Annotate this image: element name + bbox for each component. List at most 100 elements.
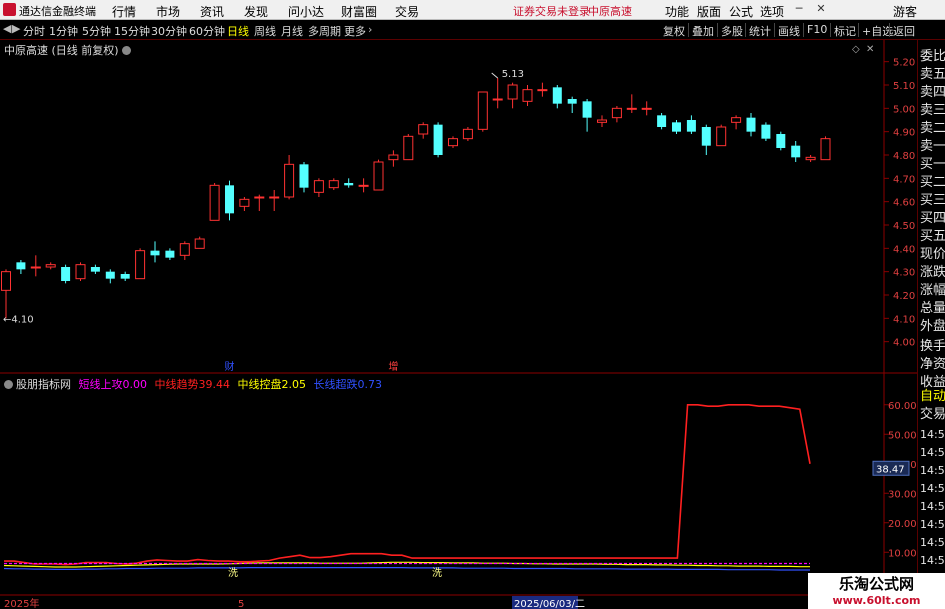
candle-body bbox=[135, 250, 146, 280]
side-panel-item[interactable]: 14:56 bbox=[920, 444, 945, 461]
side-panel-item[interactable]: 14:56 bbox=[920, 534, 945, 551]
candle-body bbox=[761, 124, 771, 139]
side-panel-item[interactable]: 买三 bbox=[920, 192, 945, 209]
diamond-icon[interactable]: ◇ bbox=[852, 44, 860, 55]
side-panel-item[interactable]: 卖二 bbox=[920, 120, 945, 137]
indicator-settings-dot-icon[interactable] bbox=[4, 380, 13, 389]
candle-body bbox=[358, 184, 369, 187]
tool-huaxian[interactable]: 画线 bbox=[778, 23, 800, 39]
guest-label[interactable]: 游客 bbox=[893, 3, 917, 20]
side-panel-item[interactable]: 买二 bbox=[920, 174, 945, 191]
side-panel-item[interactable]: 卖三 bbox=[920, 102, 945, 119]
side-panel-item[interactable]: 卖五 bbox=[920, 66, 945, 83]
candle-body bbox=[626, 107, 637, 110]
side-panel-item[interactable]: 14:56 bbox=[920, 552, 945, 569]
tool-diejia[interactable]: 叠加 bbox=[692, 23, 714, 39]
menu-item-caifuquan[interactable]: 财富圈 bbox=[341, 3, 377, 20]
side-panel-item[interactable]: 买四 bbox=[920, 210, 945, 227]
side-panel-item[interactable]: 14:56 bbox=[920, 516, 945, 533]
side-panel-item[interactable]: 涨跌 bbox=[920, 264, 945, 281]
menu-item-gongshi[interactable]: 公式 bbox=[729, 3, 753, 20]
tool-back[interactable]: 返回 bbox=[893, 23, 915, 39]
menu-item-gongneng[interactable]: 功能 bbox=[665, 3, 689, 20]
side-panel-item[interactable]: 14:56 bbox=[920, 480, 945, 497]
period-15min[interactable]: 15分钟 bbox=[114, 23, 150, 39]
tool-f10[interactable]: F10 bbox=[807, 23, 827, 36]
candle-body bbox=[284, 163, 295, 198]
side-panel-item[interactable]: 总量 bbox=[920, 300, 945, 317]
side-panel-item[interactable]: 14:56 bbox=[920, 462, 945, 479]
side-panel-item[interactable]: 买五 bbox=[920, 228, 945, 245]
high-label: 5.13 bbox=[502, 69, 524, 80]
candle-body bbox=[90, 267, 100, 272]
menu-item-shichang[interactable]: 市场 bbox=[156, 3, 180, 20]
watermark-url: www.60lt.com bbox=[808, 593, 945, 609]
prev-arrow-icon[interactable]: ◀ bbox=[3, 22, 11, 35]
candle-body bbox=[507, 84, 518, 100]
quote-side-panel: 委比 卖五 卖四 卖三 卖二 卖一 买一 买二 买三 买四 买五 现价 涨跌 涨幅 总量 外盘 换手 净资 收益 自动… bbox=[917, 40, 945, 609]
side-panel-item[interactable]: 净资 bbox=[920, 356, 945, 373]
tool-tongji[interactable]: 统计 bbox=[749, 23, 771, 39]
period-bar: ◀ ▶ 分时 1分钟 5分钟 15分钟 30分钟 60分钟 日线 周线 月线 多… bbox=[0, 20, 945, 40]
menu-item-faxian[interactable]: 发现 bbox=[244, 3, 268, 20]
side-panel-item[interactable]: 卖一 bbox=[920, 138, 945, 155]
period-60min[interactable]: 60分钟 bbox=[189, 23, 225, 39]
side-panel-item[interactable]: 自动 bbox=[920, 388, 945, 405]
period-5min[interactable]: 5分钟 bbox=[82, 23, 111, 39]
side-panel-item[interactable]: 涨幅 bbox=[920, 282, 945, 299]
indicator-item-value: 0.73 bbox=[357, 378, 383, 391]
indicator-name[interactable]: 股朋指标网 bbox=[16, 378, 71, 391]
login-status[interactable]: 证券交易未登录 bbox=[513, 3, 590, 19]
side-panel-item[interactable]: 现价 bbox=[920, 246, 945, 263]
candle-body bbox=[492, 98, 503, 101]
chart-canvas[interactable]: 4.00 4.10 4.20 4.30 4.40 4.50 4.60 4.70 4.80 4.90… bbox=[0, 40, 917, 609]
period-1min[interactable]: 1分钟 bbox=[49, 23, 78, 39]
candle-body bbox=[791, 145, 801, 158]
period-30min[interactable]: 30分钟 bbox=[151, 23, 187, 39]
side-panel-item[interactable]: 外盘 bbox=[920, 318, 945, 335]
tool-divider bbox=[745, 23, 746, 37]
period-multi[interactable]: 多周期 bbox=[308, 23, 341, 39]
menu-item-jiaoyi[interactable]: 交易 bbox=[395, 3, 419, 20]
candle-body bbox=[194, 238, 205, 249]
close-panel-icon[interactable]: ✕ bbox=[866, 44, 874, 55]
wash-marker: 洗 bbox=[228, 567, 238, 579]
candle-body bbox=[373, 161, 384, 191]
indicator-tick-label: 30.00 bbox=[888, 489, 917, 500]
period-daily[interactable]: 日线 bbox=[227, 23, 249, 39]
candle-body bbox=[45, 264, 56, 268]
candle-body bbox=[433, 124, 443, 155]
minimize-icon[interactable]: ─ bbox=[792, 2, 806, 16]
settings-dot-icon[interactable] bbox=[121, 46, 131, 55]
more-chevron-icon[interactable]: › bbox=[368, 23, 372, 36]
tool-fuquan[interactable]: 复权 bbox=[663, 23, 685, 39]
side-panel-item[interactable]: 委比 bbox=[920, 48, 945, 65]
menu-item-zixun[interactable]: 资讯 bbox=[200, 3, 224, 20]
event-marker: 增 bbox=[388, 360, 398, 373]
candle-body bbox=[672, 122, 681, 132]
next-arrow-icon[interactable]: ▶ bbox=[12, 22, 20, 35]
indicator-axis: 10.0020.0030.0040.0050.0060.0038.47 bbox=[872, 401, 917, 559]
side-panel-item[interactable]: 换手 bbox=[920, 338, 945, 355]
menu-item-banmian[interactable]: 版面 bbox=[697, 3, 721, 20]
period-fenshi[interactable]: 分时 bbox=[23, 23, 45, 39]
side-panel-item[interactable]: 交易 bbox=[920, 406, 945, 423]
side-panel-item[interactable]: 卖四 bbox=[920, 84, 945, 101]
candle-body bbox=[179, 243, 190, 256]
period-monthly[interactable]: 月线 bbox=[281, 23, 303, 39]
menu-item-hangqing[interactable]: 行情 bbox=[112, 3, 136, 20]
candle-body bbox=[418, 124, 429, 135]
period-weekly[interactable]: 周线 bbox=[254, 23, 276, 39]
menu-item-wenxiaoda[interactable]: 问小达 bbox=[288, 3, 324, 20]
side-panel-item[interactable]: 14:56 bbox=[920, 498, 945, 515]
period-more[interactable]: 更多 bbox=[344, 23, 366, 39]
tool-biaoji[interactable]: 标记 bbox=[834, 23, 856, 39]
time-label: 5 bbox=[238, 599, 244, 609]
side-panel-item[interactable]: 买一 bbox=[920, 156, 945, 173]
price-tick-label: 4.30 bbox=[893, 268, 915, 279]
close-icon[interactable]: ✕ bbox=[814, 2, 828, 16]
side-panel-item[interactable]: 14:56 bbox=[920, 426, 945, 443]
high-marker-line bbox=[491, 72, 499, 79]
menu-item-xuanxiang[interactable]: 选项 bbox=[760, 3, 784, 20]
tool-duogu[interactable]: 多股 bbox=[721, 23, 743, 39]
